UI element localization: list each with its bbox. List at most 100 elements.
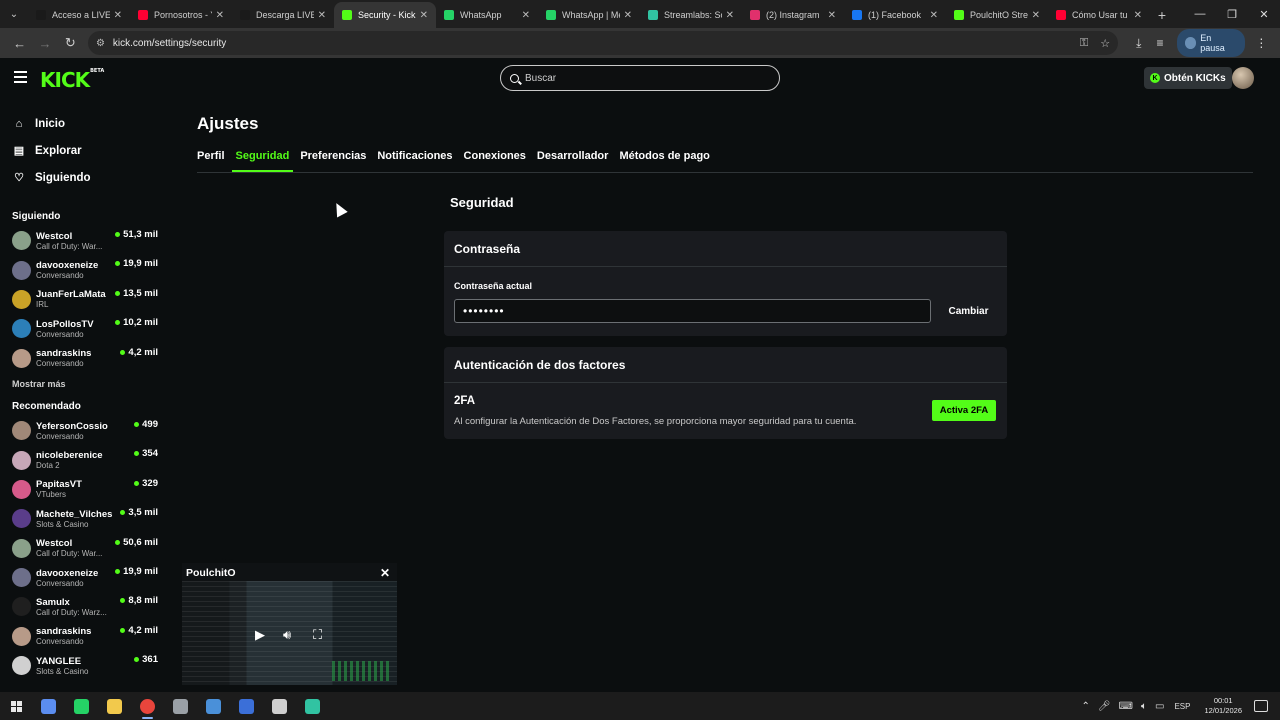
get-kicks-label: Obtén KICKs [1164,72,1226,84]
change-password-button[interactable]: Cambiar [941,299,996,323]
password-key-icon[interactable]: ⚿ [1080,37,1088,50]
channel-item[interactable]: Westcol Call of Duty: War... 51,3 mil [0,226,172,255]
speaker-icon[interactable]: 🔈︎ [1141,701,1147,712]
taskbar-settings[interactable] [263,692,296,720]
reading-list-icon[interactable]: ≡ [1149,36,1170,50]
activate-2fa-button[interactable]: Activa 2FA [932,400,996,421]
tab-close-icon[interactable]: ✕ [318,10,326,21]
channel-item[interactable]: davooxeneize Conversando 19,9 mil [0,255,172,284]
settings-tab[interactable]: Conexiones [464,150,526,172]
close-icon[interactable]: ✕ [380,566,390,580]
channel-item[interactable]: JuanFerLaMata IRL 13,5 mil [0,285,172,314]
taskbar-chrome[interactable] [131,692,164,720]
network-icon[interactable]: ⌨ [1119,701,1133,712]
kick-logo[interactable]: KICKBETA [40,68,104,92]
browser-tab[interactable]: Descarga LIVE ✕ [232,2,334,28]
clock[interactable]: 00:01 12/01/2026 [1204,696,1242,716]
channel-item[interactable]: Samulx Call of Duty: Warz... 8,8 mil [0,592,172,621]
tab-close-icon[interactable]: ✕ [624,10,632,21]
battery-icon[interactable]: ▭ [1155,701,1164,712]
tab-close-icon[interactable]: ✕ [930,10,938,21]
channel-item[interactable]: PapitasVT VTubers 329 [0,475,172,504]
notification-icon[interactable] [1254,700,1268,712]
url-text[interactable]: kick.com/settings/security [113,38,1068,49]
channel-item[interactable]: LosPollosTV Conversando 10,2 mil [0,314,172,343]
channel-item[interactable]: nicoleberenice Dota 2 354 [0,445,172,474]
forward-icon[interactable]: → [33,31,56,55]
mini-player[interactable]: PoulchitO ✕ ▶ 🔊︎ ⛶ [182,563,397,685]
settings-tab[interactable]: Perfil [197,150,225,172]
browser-tab[interactable]: Acceso a LIVE ✕ [28,2,130,28]
channel-item[interactable]: sandraskins Conversando 4,2 mil [0,622,172,651]
tab-close-icon[interactable]: ✕ [1134,10,1142,21]
new-tab-button[interactable]: + [1150,2,1174,28]
browser-tab[interactable]: (1) Facebook ✕ [844,2,946,28]
current-password-field[interactable]: •••••••• [454,299,931,323]
tab-close-icon[interactable]: ✕ [522,10,530,21]
taskbar-streamlabs[interactable] [296,692,329,720]
sidebar-nav-item[interactable]: ⌂ Inicio [0,110,172,137]
tab-close-icon[interactable]: ✕ [420,10,428,21]
back-icon[interactable]: ← [8,31,31,55]
volume-icon[interactable]: 🔊︎ [283,627,291,643]
minimize-icon[interactable]: — [1184,0,1216,28]
restore-icon[interactable]: ❐ [1216,0,1248,28]
tab-close-icon[interactable]: ✕ [828,10,836,21]
browser-tab[interactable]: Pornosotros - Y ✕ [130,2,232,28]
taskbar-app-5[interactable] [164,692,197,720]
address-bar[interactable]: ⚙ kick.com/settings/security ⚿ ☆ [87,31,1119,55]
site-info-icon[interactable]: ⚙ [96,38,105,49]
channel-item[interactable]: sandraskins Conversando 4,2 mil [0,344,172,373]
chevron-up-icon[interactable]: ⌃ [1081,701,1089,712]
tabs-divider [197,172,1253,173]
play-icon[interactable]: ▶ [255,627,265,643]
download-icon[interactable]: ⤓ [1128,36,1149,51]
taskbar-copilot[interactable] [32,692,65,720]
profile-button[interactable]: En pausa [1176,29,1245,57]
taskbar-app-7[interactable] [230,692,263,720]
search-bar[interactable] [500,65,780,91]
settings-tab[interactable]: Seguridad [231,150,294,172]
reload-icon[interactable]: ↻ [59,31,82,55]
get-kicks-button[interactable]: K Obtén KICKs [1144,67,1232,89]
channel-item[interactable]: Westcol Call of Duty: War... 50,6 mil [0,534,172,563]
settings-tab[interactable]: Métodos de pago [619,150,709,172]
sidebar-nav-item[interactable]: ▤ Explorar [0,137,172,164]
microphone-icon[interactable]: 🎤︎ [1098,701,1111,712]
channel-item[interactable]: Machete_Vilches Slots & Casino 3,5 mil [0,504,172,533]
browser-tab[interactable]: Security - Kick ✕ [334,2,436,28]
sidebar-nav-item[interactable]: ♡ Siguiendo [0,164,172,191]
mouse-cursor-icon [331,200,348,218]
tab-close-icon[interactable]: ✕ [216,10,224,21]
settings-tab[interactable]: Desarrollador [537,150,609,172]
channel-item[interactable]: YANGLEE Slots & Casino 361 [0,651,172,680]
browser-tab[interactable]: WhatsApp ✕ [436,2,538,28]
taskbar-file-explorer[interactable] [98,692,131,720]
tab-search-icon[interactable]: ⌄ [0,0,28,28]
browser-tab[interactable]: PoulchitO Stre ✕ [946,2,1048,28]
close-window-icon[interactable]: ✕ [1248,0,1280,28]
search-input[interactable] [525,72,765,84]
language-indicator[interactable]: ESP [1174,702,1190,711]
menu-icon[interactable] [14,71,27,86]
browser-tab[interactable]: (2) Instagram ✕ [742,2,844,28]
settings-tab[interactable]: Preferencias [300,150,366,172]
user-avatar[interactable] [1232,67,1254,89]
bookmark-star-icon[interactable]: ☆ [1100,37,1110,50]
tab-close-icon[interactable]: ✕ [1032,10,1040,21]
taskbar-app-6[interactable] [197,692,230,720]
settings-tab[interactable]: Notificaciones [377,150,452,172]
browser-tab[interactable]: Cómo Usar tu ✕ [1048,2,1150,28]
sidebar-nav-label: Explorar [35,144,82,157]
more-options-icon[interactable]: ⋮ [1251,36,1272,50]
taskbar-whatsapp[interactable] [65,692,98,720]
channel-item[interactable]: YefersonCossio Conversando 499 [0,416,172,445]
show-more-link[interactable]: Mostrar más [0,379,172,389]
tab-close-icon[interactable]: ✕ [726,10,734,21]
browser-tab[interactable]: WhatsApp | Me ✕ [538,2,640,28]
tab-close-icon[interactable]: ✕ [114,10,122,21]
fullscreen-icon[interactable]: ⛶ [313,627,322,643]
start-button[interactable] [0,692,32,720]
browser-tab[interactable]: Streamlabs: So ✕ [640,2,742,28]
channel-item[interactable]: davooxeneize Conversando 19,9 mil [0,563,172,592]
